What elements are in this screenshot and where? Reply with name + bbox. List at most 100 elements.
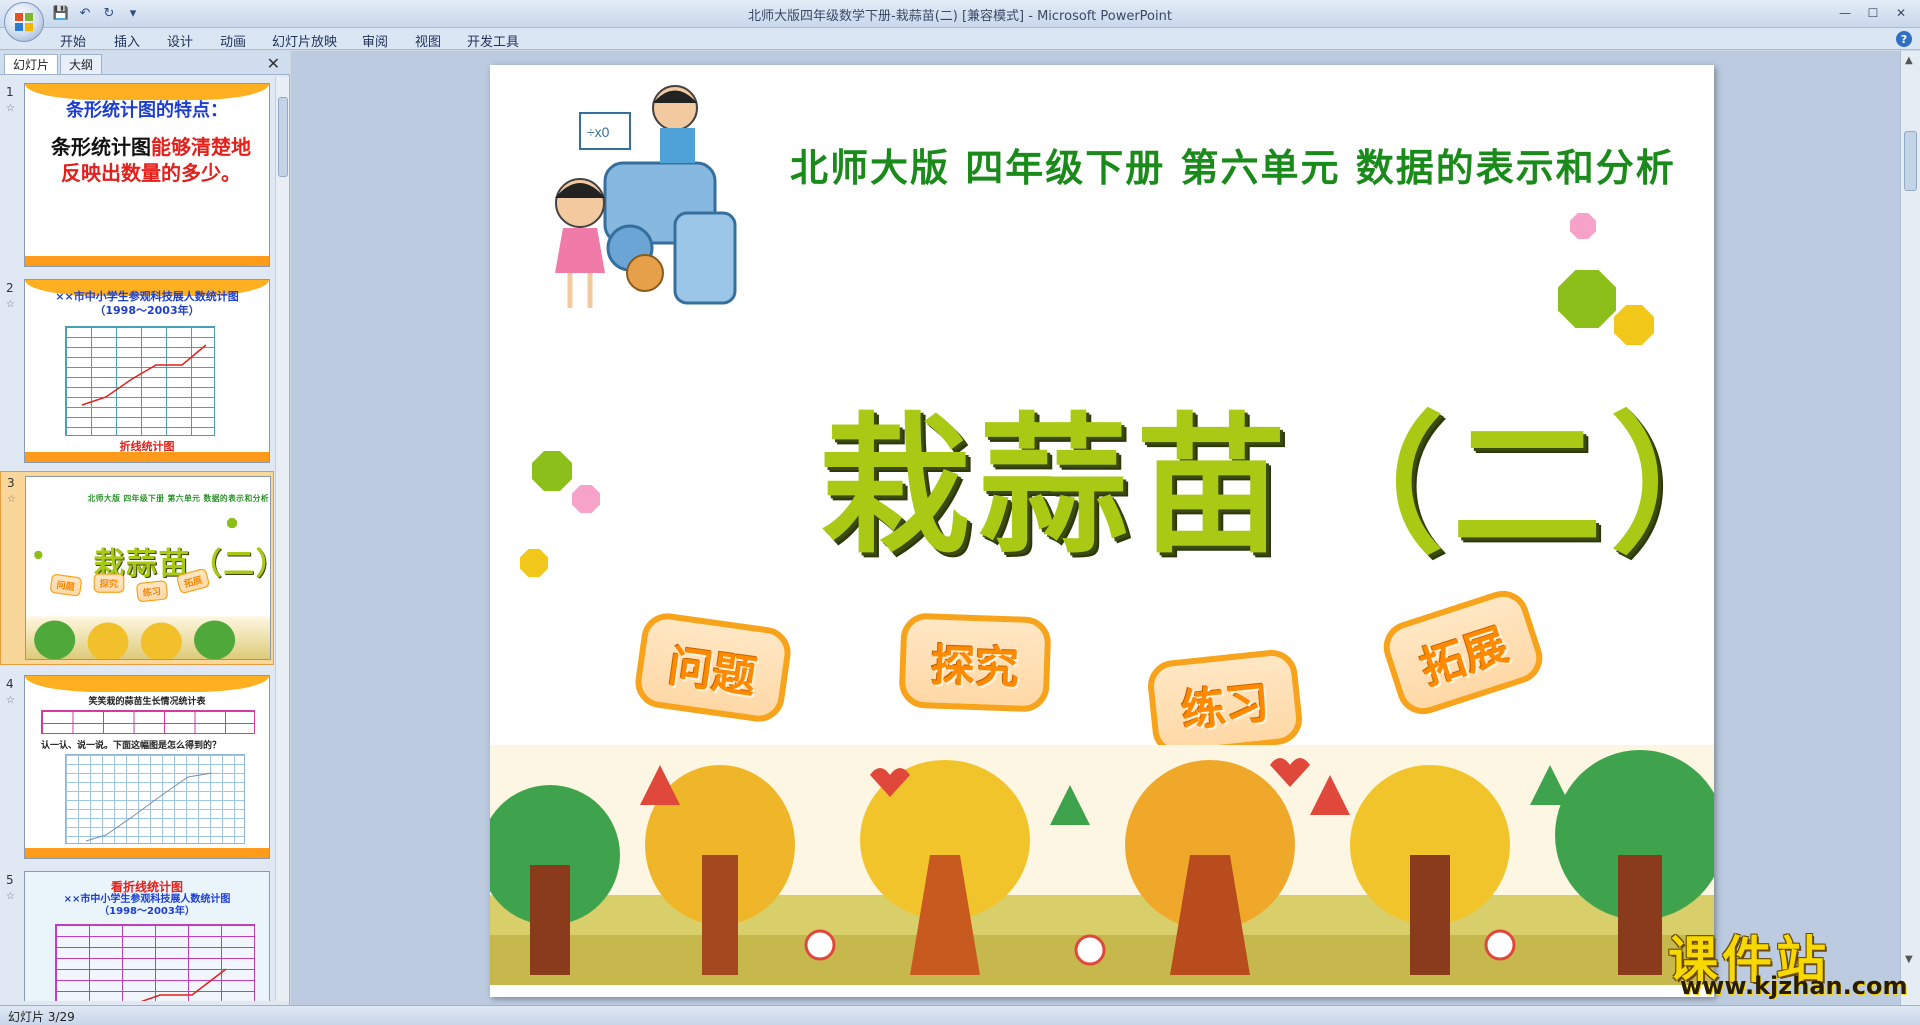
chart-line [140,968,227,1001]
slide-thumbnails: 1 ☆ 条形统计图的特点： 条形统计图能够清楚地 反映出数量的多少。 2 ☆ ×… [0,77,274,1001]
scroll-up-icon[interactable]: ▲ [1905,55,1913,66]
status-bar: 幻灯片 3/29 [0,1005,1920,1025]
title-bar: 💾 ↶ ↻ ▾ 北师大版四年级数学下册-栽蒜苗(二) [兼容模式] - Micr… [0,0,1920,42]
slide-canvas[interactable]: ÷x0 北师大版 四年级下册 第六单元 数据的表示和分析 栽蒜苗（二） 问题 探… [490,65,1714,997]
thumb-text-part: 反映出数量的多少。 [61,161,241,185]
slide-title: 栽蒜苗（二） [820,398,1714,574]
thumb-title: 条形统计图的特点： [66,100,228,121]
explore-button[interactable]: 探究 [898,612,1052,713]
thumb-sticker: 问题 [49,573,83,597]
slide-thumb-5[interactable]: 5 ☆ 看折线统计图 ××市中小学生参观科技展人数统计图 （1998～2003年… [0,869,274,1001]
decor-dot-green [1558,270,1616,328]
ribbon-tabs: 开始 插入 设计 动画 幻灯片放映 审阅 视图 开发工具 ? [0,28,1920,50]
thumb-sticker: 探究 [93,573,125,593]
tab-developer[interactable]: 开发工具 [467,31,519,50]
slide-number: 2 [6,281,14,295]
watermark-logo: 课件站 www.kjzhan.com [1668,920,1908,1000]
thumb-text: 条形统计图能够清楚地 反映出数量的多少。 [33,134,269,186]
tab-home[interactable]: 开始 [60,31,86,50]
thumbnail-image: 北师大版 四年级下册 第六单元 数据的表示和分析 栽蒜苗（二） 问题 探究 练习… [25,476,271,660]
animation-star-icon: ☆ [6,103,15,114]
thumb-heading: 看折线统计图 [110,880,183,894]
animation-star-icon: ☆ [6,695,15,706]
decor-dot-yellow [1614,305,1654,345]
watermark-url: www.kjzhan.com [1680,972,1908,1000]
tab-review[interactable]: 审阅 [362,31,388,50]
thumbnail-image: 条形统计图的特点： 条形统计图能够清楚地 反映出数量的多少。 [24,83,270,267]
thumb-sticker: 练习 [135,579,169,603]
decor-wave [25,676,269,692]
tab-insert[interactable]: 插入 [114,31,140,50]
tab-outline[interactable]: 大纲 [60,54,103,74]
scrollbar-thumb[interactable] [1904,131,1917,191]
forest-scene-illustration [490,745,1714,985]
office-logo-icon [15,13,33,31]
animation-star-icon: ☆ [7,494,16,505]
thumb-line-chart [65,754,245,844]
slide-counter: 幻灯片 3/29 [8,1010,75,1024]
decor-dot-pink [572,485,600,513]
slide-subtitle: 北师大版 四年级下册 第六单元 数据的表示和分析 [790,146,1676,190]
thumb-title: ××市中小学生参观科技展人数统计图 （1998～2003年） [25,290,269,318]
thumb-note: 认一认、说一说。下面这幅图是怎么得到的？ [41,741,222,751]
decor-dot [226,518,238,529]
problem-button[interactable]: 问题 [632,610,794,725]
tab-slideshow[interactable]: 幻灯片放映 [272,31,337,50]
thumb-title: ××市中小学生参观科技展人数统计图 （1998～2003年） [25,894,269,918]
decor-dot [34,550,43,559]
practice-button[interactable]: 练习 [1145,647,1305,758]
decor-dot-green [532,451,572,491]
extend-button[interactable]: 拓展 [1376,584,1550,721]
tab-animations[interactable]: 动画 [220,31,246,50]
animation-star-icon: ☆ [6,299,15,310]
thumb-preview-subtitle: 北师大版 四年级下册 第六单元 数据的表示和分析 [87,493,270,503]
decor-dot-yellow [520,549,548,577]
slide-thumb-3[interactable]: 3 ☆ 北师大版 四年级下册 第六单元 数据的表示和分析 栽蒜苗（二） 问题 探… [0,471,274,665]
help-icon[interactable]: ? [1896,31,1912,47]
chart-line [85,772,213,842]
panel-tabs: 幻灯片 大纲 ✕ [0,51,290,75]
slide-number: 4 [6,677,14,691]
maximize-icon[interactable]: ☐ [1860,3,1886,23]
slide-thumb-4[interactable]: 4 ☆ 笑笑栽的蒜苗生长情况统计表 认一认、说一说。下面这幅图是怎么得到的？ [0,673,274,863]
animation-star-icon: ☆ [6,891,15,902]
editor-scrollbar[interactable]: ▲ ▼ [1900,51,1920,1005]
kids-robot-illustration: ÷x0 [555,85,737,308]
thumbnail-image: 看折线统计图 ××市中小学生参观科技展人数统计图 （1998～2003年） [24,871,270,1001]
tab-design[interactable]: 设计 [167,31,193,50]
thumb-title-line: ××市中小学生参观科技展人数统计图 [63,894,231,905]
thumb-title: 笑笑栽的蒜苗生长情况统计表 [88,697,206,707]
window-title: 北师大版四年级数学下册-栽蒜苗(二) [兼容模式] - Microsoft Po… [748,9,1172,24]
svg-text:÷x0: ÷x0 [587,124,610,140]
office-button[interactable] [4,2,44,42]
tab-slides[interactable]: 幻灯片 [4,54,59,74]
panel-close-icon[interactable]: ✕ [267,54,280,73]
decor-dot-pink [1570,213,1596,239]
minimize-icon[interactable]: — [1832,3,1858,23]
close-icon[interactable]: ✕ [1888,3,1914,23]
thumb-subtitle: （1998～2003年） [99,906,195,917]
decor-band [25,452,269,462]
slides-panel: 幻灯片 大纲 ✕ 1 ☆ 条形统计图的特点： 条形统计图能够清楚地 反映出数量的… [0,51,290,1005]
slide-number: 5 [6,873,14,887]
thumbnails-scrollbar[interactable] [275,77,289,1001]
thumb-title-line: ××市中小学生参观科技展人数统计图 [55,290,239,303]
slide-thumb-2[interactable]: 2 ☆ ××市中小学生参观科技展人数统计图 （1998～2003年） 折线统计图 [0,277,274,467]
decor-band [25,848,269,858]
scrollbar-thumb[interactable] [278,97,288,177]
thumbnail-image: 笑笑栽的蒜苗生长情况统计表 认一认、说一说。下面这幅图是怎么得到的？ [24,675,270,859]
slide-thumb-1[interactable]: 1 ☆ 条形统计图的特点： 条形统计图能够清楚地 反映出数量的多少。 [0,81,274,271]
thumb-text-part: 条形统计图 [51,135,151,159]
thumb-slide-preview: 北师大版 四年级下册 第六单元 数据的表示和分析 栽蒜苗（二） 问题 探究 练习… [26,477,270,659]
tab-view[interactable]: 视图 [415,31,441,50]
thumb-line-chart [55,924,255,1001]
decor-band [25,256,269,266]
thumb-scene [26,616,270,659]
thumb-table [41,710,255,734]
slide-number: 1 [6,85,14,99]
slide-number: 3 [7,476,15,490]
thumb-line-chart [65,326,215,436]
window-controls: — ☐ ✕ [1832,3,1914,23]
thumb-subtitle: （1998～2003年） [94,304,200,317]
chart-line [81,344,207,406]
